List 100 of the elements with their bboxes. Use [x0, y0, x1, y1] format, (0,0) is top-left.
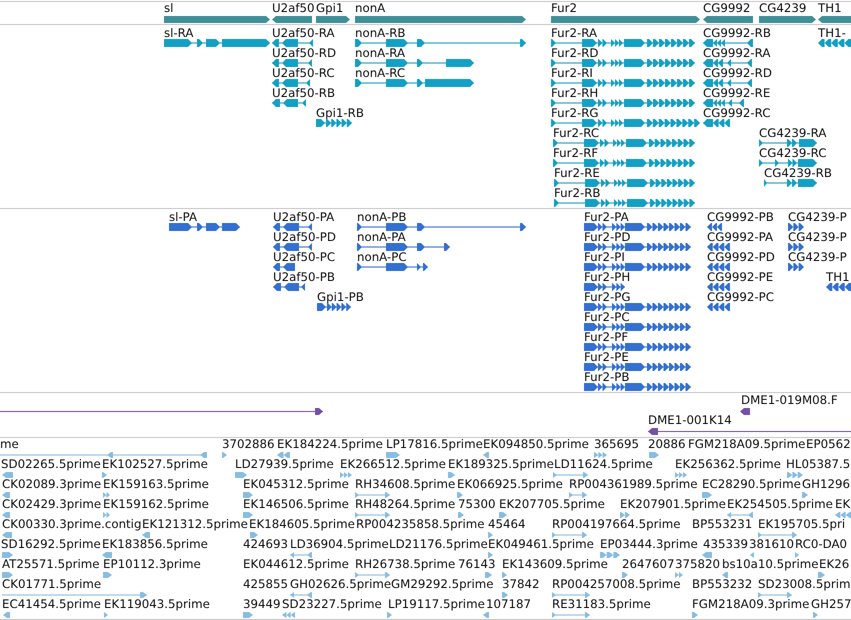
est-label: 76143: [458, 558, 496, 570]
transcript-label: CG9992-RC: [703, 107, 771, 119]
protein-label: U2af50-PC: [273, 251, 336, 263]
protein-label: CG9992-PC: [707, 291, 774, 303]
transcript-label: U2af50-RB: [272, 87, 336, 99]
transcript-label: nonA-RA: [355, 47, 406, 59]
est-label: LD36904.5prime: [290, 538, 389, 550]
est-label: EK049461.5prime: [488, 538, 594, 550]
transcript-label: Fur2-RF: [553, 147, 598, 159]
protein-label: U2af50-PA: [273, 211, 334, 223]
gene-label: sl: [164, 2, 174, 14]
est-label: LD21176.5prime: [389, 538, 488, 550]
est-label: 20886: [648, 438, 686, 450]
est-label: LD11624.5prime: [554, 458, 653, 470]
est-label: GH02626.5prime: [290, 578, 392, 590]
est-label: FGM218A09.3prime: [692, 598, 810, 610]
est-label: EK207705.5prime: [499, 498, 605, 510]
est-label: 424693: [243, 538, 288, 550]
est-label: EK159163.5prime: [103, 478, 209, 490]
est-label: bs10a10.5prime: [722, 558, 819, 570]
est-label: EC41454.5prime: [2, 598, 101, 610]
est-label: 425855: [243, 578, 288, 590]
clone-label: DME1-019M08.F: [741, 394, 838, 406]
est-label: RE31183.5prime: [552, 598, 651, 610]
est-label: AT25571.5prime: [2, 558, 100, 570]
est-label: GH1296: [802, 478, 850, 490]
est-label: RC0-DA0: [795, 538, 848, 550]
est-label: EK044612.5prime: [243, 558, 349, 570]
est-label: EK207901.5prime: [620, 498, 726, 510]
est-label: 435339: [703, 538, 748, 550]
transcript-label: Gpi1-RB: [316, 107, 364, 119]
est-label: me: [0, 438, 19, 450]
est-label: LD27939.5prime: [235, 458, 334, 470]
clone-label: DME1-001K14: [648, 414, 732, 426]
est-label: RH48264.5prime: [355, 498, 456, 510]
est-label: 3702886: [222, 438, 275, 450]
transcript-label: TH1-: [818, 27, 846, 39]
transcript-label: sl-RA: [164, 27, 194, 39]
gene-label: U2af50: [272, 2, 315, 14]
protein-label: nonA-PB: [357, 211, 406, 223]
gene-label: CG4239: [759, 2, 806, 14]
est-label: 375820: [675, 558, 720, 570]
est-label: EP10112.3prime: [103, 558, 201, 570]
transcript-label: Fur2-RA: [551, 27, 598, 39]
est-label: SD16292.5prime: [1, 538, 101, 550]
protein-label: CG4239-P: [788, 231, 847, 243]
protein-label: U2af50-PD: [273, 231, 336, 243]
est-label: EK146506.5prime: [243, 498, 349, 510]
transcript-label: Fur2-RD: [551, 47, 599, 59]
est-label: 75300: [458, 498, 496, 510]
est-label: EK254505.5prime: [727, 498, 833, 510]
transcript-label: CG9992-RA: [703, 47, 770, 59]
est-label: EK266512.5prime: [340, 458, 446, 470]
protein-label: sl-PA: [169, 211, 198, 223]
protein-label: Fur2-PD: [584, 231, 630, 243]
est-label: EP03444.3prime: [600, 538, 698, 550]
protein-label: Fur2-PI: [584, 251, 625, 263]
est-label: GH257: [811, 598, 851, 610]
transcript-label: CG9992-RE: [703, 87, 770, 99]
est-label: 37842: [502, 578, 540, 590]
protein-label: nonA-PC: [357, 251, 407, 263]
est-label: EK121312.5prime: [142, 518, 248, 530]
est-label: RP004235858.5prime: [356, 518, 484, 530]
est-label: FGM218A09.5prime: [688, 438, 806, 450]
est-label: 381610: [749, 538, 794, 550]
transcript-label: Fur2-RI: [551, 67, 593, 79]
est-label: 39449: [243, 598, 281, 610]
est-label: LP19117.5prime: [388, 598, 485, 610]
est-label: SD23227.5prime: [282, 598, 382, 610]
transcript-label: Fur2-RE: [554, 167, 600, 179]
transcript-label: CG4239-RB: [764, 167, 832, 179]
gene-label: Gpi1: [316, 2, 344, 14]
est-label: EK26: [819, 558, 850, 570]
est-label: CK00330.3prime.contig: [2, 518, 142, 530]
est-label: EK184605.5prime: [249, 518, 355, 530]
transcript-label: Fur2-RB: [554, 187, 601, 199]
transcript-label: CG9992-RB: [703, 27, 771, 39]
transcript-label: U2af50-RD: [272, 47, 336, 59]
est-label: EC28290.5prime: [702, 478, 801, 490]
est-label: EK195705.5pri: [758, 518, 846, 530]
est-label: EK183856.5prime: [102, 538, 208, 550]
est-label: RP004197664.5prime: [552, 518, 680, 530]
protein-label: Fur2-PH: [584, 271, 630, 283]
est-label: LP17816.5prime: [386, 438, 483, 450]
est-label: EK066925.5prime: [457, 478, 563, 490]
protein-label: CG9992-PA: [707, 231, 774, 243]
est-label: EK184224.5prime: [277, 438, 383, 450]
gene-label: TH1: [818, 2, 842, 14]
protein-label: CG9992-PE: [707, 271, 774, 283]
protein-label: U2af50-PB: [273, 271, 335, 283]
transcript-label: Fur2-RH: [551, 87, 598, 99]
est-label: 107187: [486, 598, 532, 610]
est-label: CK01771.5prime: [2, 578, 102, 590]
transcript-label: nonA-RB: [355, 27, 406, 39]
protein-label: nonA-PA: [357, 231, 406, 243]
protein-label: Fur2-PB: [584, 371, 630, 383]
est-label: EK: [835, 498, 850, 510]
est-label: EK102527.5prime: [102, 458, 208, 470]
transcript-label: CG4239-RA: [759, 127, 826, 139]
est-label: EK159162.5prime: [103, 498, 209, 510]
